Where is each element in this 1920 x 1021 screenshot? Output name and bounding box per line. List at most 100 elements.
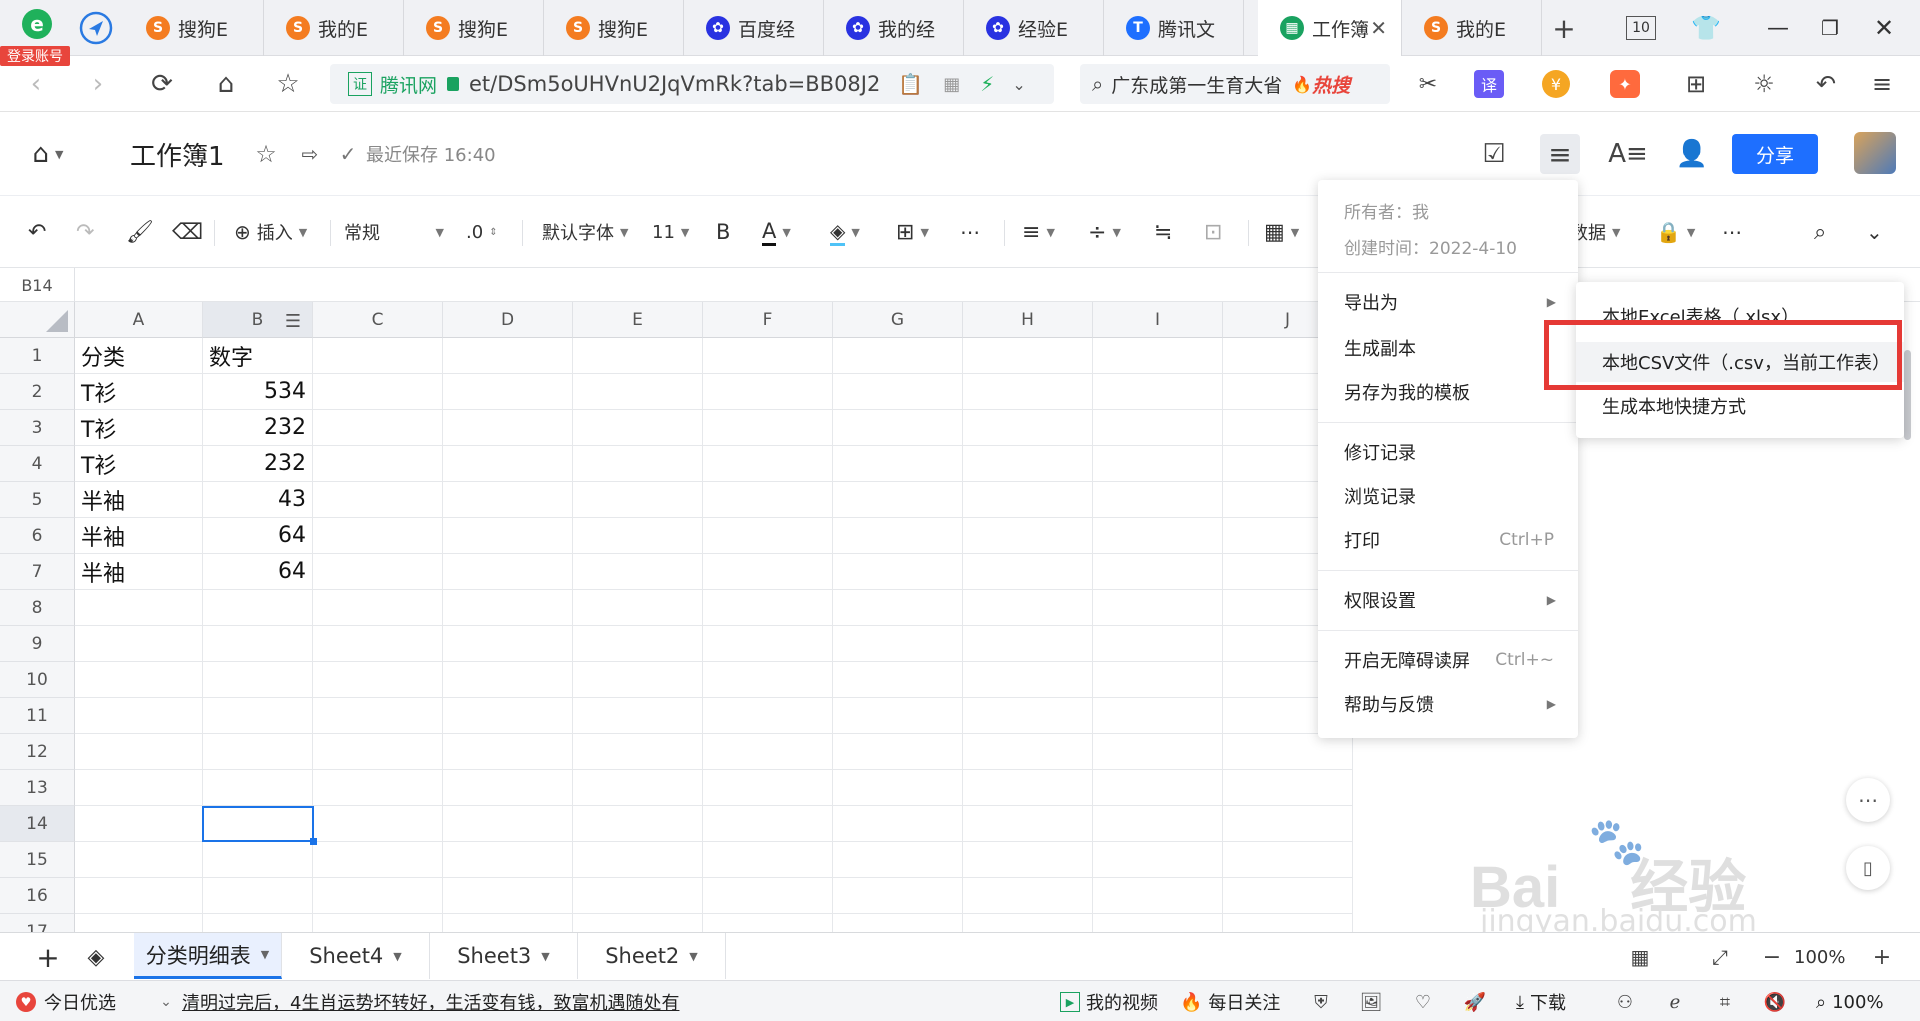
forward-icon[interactable]: ›	[80, 66, 116, 102]
grid-cell[interactable]	[703, 410, 833, 446]
grid-cell[interactable]	[313, 770, 443, 806]
align-button[interactable]: ≡ ▼	[1022, 216, 1055, 248]
grid-cell[interactable]	[1093, 554, 1223, 590]
grid-cell[interactable]	[963, 914, 1093, 932]
grid-cell[interactable]	[75, 662, 203, 698]
grid-cell[interactable]	[203, 662, 313, 698]
grid-cell[interactable]	[963, 338, 1093, 374]
grid-cell[interactable]	[833, 482, 963, 518]
grid-cell[interactable]	[1093, 806, 1223, 842]
redo-icon[interactable]: ↷	[76, 216, 94, 248]
screenshot-icon[interactable]: ⌗	[1712, 989, 1738, 1015]
grid-cell[interactable]	[443, 554, 573, 590]
row-header[interactable]: 9	[0, 626, 75, 662]
cell-reference[interactable]: B14	[0, 268, 75, 302]
browser-tab[interactable]: T 腾讯文	[1104, 0, 1244, 56]
grid-cell[interactable]	[1093, 482, 1223, 518]
conditional-format-button[interactable]: ▦ ▼	[1264, 216, 1299, 248]
grid-cell[interactable]	[703, 518, 833, 554]
column-header[interactable]: H	[963, 302, 1093, 338]
column-header[interactable]: C	[313, 302, 443, 338]
browser-logo[interactable]: e	[14, 6, 60, 46]
scissors-icon[interactable]: ✂	[1410, 66, 1446, 102]
sheet-tab-caret-icon[interactable]: ▼	[689, 950, 697, 963]
grid-cell[interactable]	[573, 410, 703, 446]
rocket-icon[interactable]: 🚀	[1462, 989, 1488, 1015]
health-icon[interactable]: ♡	[1410, 989, 1436, 1015]
grid-cell[interactable]	[313, 698, 443, 734]
wrap-text-icon[interactable]: ≒	[1154, 216, 1172, 248]
grid-cell[interactable]	[313, 914, 443, 932]
grid-cell[interactable]	[75, 914, 203, 932]
sheet-view-icon[interactable]: ▦	[1624, 941, 1656, 973]
translate-icon[interactable]: 译	[1474, 70, 1504, 98]
grid-cell[interactable]	[203, 590, 313, 626]
grid-cell[interactable]: 数字	[203, 338, 313, 374]
grid-cell[interactable]	[833, 554, 963, 590]
browser-tab[interactable]: S 我的E	[264, 0, 404, 56]
grid-cell[interactable]	[703, 482, 833, 518]
grid-cell[interactable]	[963, 626, 1093, 662]
grid-cell[interactable]	[963, 590, 1093, 626]
tab-count-badge[interactable]: 10	[1626, 16, 1656, 40]
grid-cell[interactable]	[443, 482, 573, 518]
sheet-tab-caret-icon[interactable]: ▼	[541, 950, 549, 963]
grid-cell[interactable]	[313, 446, 443, 482]
grid-cell[interactable]	[75, 626, 203, 662]
grid-cell[interactable]: 分类	[75, 338, 203, 374]
font-size-select[interactable]: 11 ▼	[652, 216, 689, 248]
grid-cell[interactable]	[443, 734, 573, 770]
number-format-select[interactable]: 常规 ▼	[344, 216, 444, 248]
grid-cell[interactable]	[703, 878, 833, 914]
grid-cell[interactable]	[703, 554, 833, 590]
grid-cell[interactable]: 半袖	[75, 518, 203, 554]
grid-cell[interactable]	[963, 446, 1093, 482]
borders-button[interactable]: ⊞ ▼	[896, 216, 929, 248]
export-menu-item[interactable]: 生成本地快捷方式	[1576, 386, 1904, 426]
grid-cell[interactable]	[703, 698, 833, 734]
browser-tab[interactable]: S 搜狗E	[124, 0, 264, 56]
grid-cell[interactable]	[833, 590, 963, 626]
sheet-tab-caret-icon[interactable]: ▼	[393, 950, 401, 963]
grid-cell[interactable]	[833, 806, 963, 842]
network-icon[interactable]: ⚇	[1612, 989, 1638, 1015]
more-floating-button[interactable]: ⋯	[1846, 778, 1890, 822]
row-header[interactable]: 12	[0, 734, 75, 770]
insert-button[interactable]: ⊕ 插入 ▼	[234, 216, 307, 248]
grid-cell[interactable]	[573, 662, 703, 698]
grid-cell[interactable]	[833, 518, 963, 554]
grid-cell[interactable]	[963, 734, 1093, 770]
share-button[interactable]: 分享	[1732, 134, 1818, 174]
sheet-tab[interactable]: 分类明细表 ▼	[134, 933, 282, 979]
grid-cell[interactable]	[313, 374, 443, 410]
grid-cell[interactable]	[313, 806, 443, 842]
download-button[interactable]: ⤓ 下载	[1516, 989, 1566, 1015]
grid-cell[interactable]	[1093, 914, 1223, 932]
grid-cell[interactable]: 64	[203, 518, 313, 554]
grid-cell[interactable]	[573, 590, 703, 626]
browser-tab[interactable]: ✿ 百度经	[684, 0, 824, 56]
browser-tab[interactable]: S 搜狗E	[404, 0, 544, 56]
news-ticker-link[interactable]: 清明过完后，4生肖运势坏转好，生活变有钱，致富机遇随处有	[182, 989, 679, 1015]
grid-cell[interactable]	[313, 338, 443, 374]
grid-cell[interactable]	[833, 770, 963, 806]
browser-menu-icon[interactable]: ≡	[1864, 66, 1900, 102]
grid-cell[interactable]: 半袖	[75, 554, 203, 590]
url-bar[interactable]: 证 腾讯网 et/DSm5oUHVnU2JqVmRk?tab=BB08J2 📋 …	[330, 64, 1054, 104]
grid-cell[interactable]	[443, 878, 573, 914]
grid-cell[interactable]	[1093, 770, 1223, 806]
file-menu-item[interactable]: 打印 Ctrl+P	[1318, 520, 1578, 560]
grid-cell[interactable]	[1223, 878, 1353, 914]
mute-icon[interactable]: 🔇	[1762, 989, 1788, 1015]
fill-color-button[interactable]: ◈ ▼	[830, 216, 860, 248]
fullscreen-icon[interactable]: ⤢	[1704, 941, 1736, 973]
undo-browser-icon[interactable]: ↶	[1808, 66, 1844, 102]
grid-cell[interactable]	[703, 590, 833, 626]
grid-cell[interactable]	[833, 374, 963, 410]
grid-cell[interactable]	[313, 878, 443, 914]
grid-cell[interactable]	[443, 590, 573, 626]
grid-cell[interactable]	[1093, 518, 1223, 554]
grid-cell[interactable]	[203, 734, 313, 770]
grid-cell[interactable]	[703, 770, 833, 806]
grid-cell[interactable]	[833, 698, 963, 734]
